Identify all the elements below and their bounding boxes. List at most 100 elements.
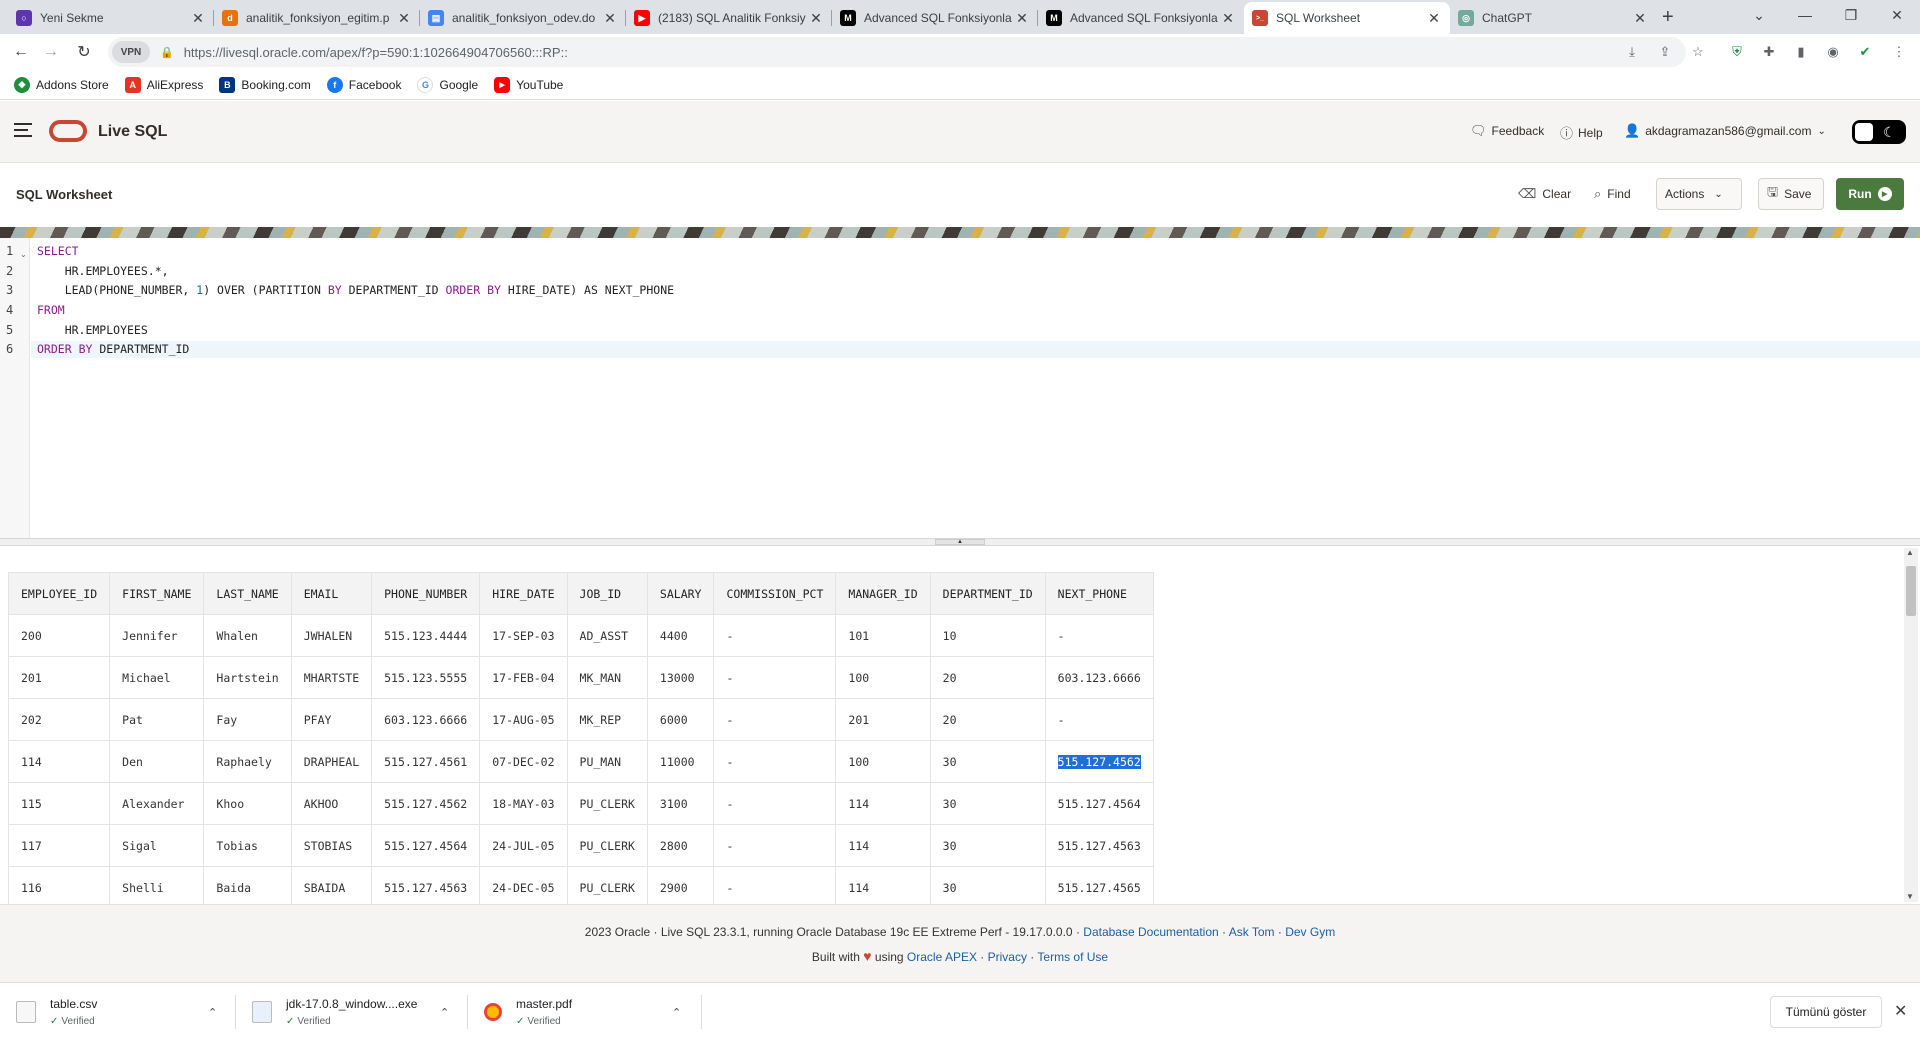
- bookmark-booking[interactable]: B Booking.com: [219, 76, 311, 93]
- table-cell[interactable]: 24-JUL-05: [479, 824, 568, 867]
- database-documentation-link[interactable]: Database Documentation: [1083, 925, 1218, 939]
- download-item[interactable]: master.pdf ✓ Verified ⌃: [468, 983, 702, 1041]
- tab-close-icon[interactable]: ✕: [1014, 10, 1030, 27]
- table-cell[interactable]: -: [713, 698, 837, 741]
- table-cell[interactable]: 515.127.4563: [371, 866, 481, 904]
- tab-yeni-sekme[interactable]: ○ Yeni Sekme ✕: [8, 2, 214, 34]
- column-header[interactable]: HIRE_DATE: [479, 572, 568, 615]
- shield-extension-icon[interactable]: ⛨: [1728, 43, 1746, 61]
- table-cell[interactable]: PU_CLERK: [566, 824, 648, 867]
- tab-analitik-odev[interactable]: ▤ analitik_fonksiyon_odev.do ✕: [420, 2, 626, 34]
- table-cell[interactable]: 07-DEC-02: [479, 740, 568, 783]
- tab-close-icon[interactable]: ✕: [396, 10, 412, 27]
- table-cell[interactable]: 30: [929, 824, 1046, 867]
- column-header[interactable]: FIRST_NAME: [109, 572, 205, 615]
- table-cell[interactable]: 114: [835, 782, 931, 825]
- table-cell[interactable]: 100: [835, 656, 931, 699]
- tab-close-icon[interactable]: ✕: [1632, 10, 1648, 27]
- table-cell[interactable]: PU_MAN: [566, 740, 648, 783]
- table-cell[interactable]: 10: [929, 614, 1046, 657]
- ask-tom-link[interactable]: Ask Tom: [1229, 925, 1275, 939]
- address-bar[interactable]: VPN 🔒 https://livesql.oracle.com/apex/f?…: [108, 37, 1686, 67]
- table-cell[interactable]: -: [713, 740, 837, 783]
- column-header[interactable]: JOB_ID: [566, 572, 648, 615]
- table-cell[interactable]: JWHALEN: [290, 614, 373, 657]
- table-cell[interactable]: SBAIDA: [290, 866, 373, 904]
- table-cell[interactable]: 515.127.4565: [1044, 866, 1154, 904]
- sql-editor[interactable]: 1 ⌄ 2 3 4 5 6 SELECT HR.EMPLOYEES.*, LEA…: [0, 238, 1920, 538]
- table-cell[interactable]: Michael: [109, 656, 205, 699]
- help-link[interactable]: ⓘ Help: [1560, 123, 1603, 142]
- user-menu[interactable]: 👤 akdagramazan586@gmail.com ⌄: [1624, 123, 1826, 139]
- scrollbar-thumb[interactable]: [1906, 566, 1916, 616]
- column-header[interactable]: EMPLOYEE_ID: [7, 572, 111, 615]
- table-cell[interactable]: Alexander: [109, 782, 205, 825]
- table-cell[interactable]: Pat: [109, 698, 205, 741]
- tab-search-icon[interactable]: ⌄: [1736, 0, 1782, 30]
- back-arrow-icon[interactable]: ←: [9, 40, 33, 64]
- bookmark-star-icon[interactable]: ☆: [1689, 43, 1707, 61]
- table-cell[interactable]: 117: [7, 824, 111, 867]
- feedback-link[interactable]: 🗨 Feedback: [1470, 123, 1544, 139]
- table-cell[interactable]: Jennifer: [109, 614, 205, 657]
- app-title[interactable]: Live SQL: [98, 123, 167, 141]
- table-cell[interactable]: PU_CLERK: [566, 866, 648, 904]
- tab-analitik-egitim[interactable]: d analitik_fonksiyon_egitim.p ✕: [214, 2, 420, 34]
- column-header[interactable]: COMMISSION_PCT: [713, 572, 837, 615]
- menu-kebab-icon[interactable]: ⋮: [1890, 43, 1908, 61]
- side-panel-icon[interactable]: ▮: [1792, 43, 1810, 61]
- table-cell[interactable]: 115: [7, 782, 111, 825]
- table-cell[interactable]: 2800: [646, 824, 715, 867]
- show-all-downloads-button[interactable]: Tümünü göster: [1770, 996, 1882, 1028]
- table-cell[interactable]: 100: [835, 740, 931, 783]
- table-cell[interactable]: 515.127.4564: [371, 824, 481, 867]
- table-cell[interactable]: 2900: [646, 866, 715, 904]
- profile-avatar-icon[interactable]: ◉: [1824, 43, 1842, 61]
- dev-gym-link[interactable]: Dev Gym: [1285, 925, 1335, 939]
- table-cell[interactable]: 4400: [646, 614, 715, 657]
- table-cell[interactable]: -: [713, 824, 837, 867]
- table-cell[interactable]: Khoo: [203, 782, 292, 825]
- table-cell[interactable]: -: [1044, 614, 1154, 657]
- column-header[interactable]: LAST_NAME: [203, 572, 292, 615]
- table-cell[interactable]: -: [713, 656, 837, 699]
- table-cell[interactable]: 603.123.6666: [371, 698, 481, 741]
- table-cell[interactable]: Raphaely: [203, 740, 292, 783]
- code-line-3[interactable]: LEAD(PHONE_NUMBER, 1) OVER (PARTITION BY…: [37, 283, 674, 297]
- tab-close-icon[interactable]: ✕: [1426, 10, 1442, 27]
- bookmark-addons-store[interactable]: ◆ Addons Store: [14, 76, 109, 93]
- url-text[interactable]: https://livesql.oracle.com/apex/f?p=590:…: [184, 45, 568, 60]
- oracle-apex-link[interactable]: Oracle APEX: [907, 950, 977, 964]
- table-cell[interactable]: -: [713, 866, 837, 904]
- tab-close-icon[interactable]: ✕: [190, 10, 206, 27]
- save-button[interactable]: 🖫 Save: [1758, 178, 1824, 210]
- table-cell[interactable]: PFAY: [290, 698, 373, 741]
- chevron-up-icon[interactable]: ⌃: [672, 1006, 681, 1019]
- forward-arrow-icon[interactable]: →: [39, 40, 63, 64]
- table-cell[interactable]: -: [713, 782, 837, 825]
- column-header[interactable]: PHONE_NUMBER: [371, 572, 481, 615]
- table-cell[interactable]: 30: [929, 740, 1046, 783]
- restore-icon[interactable]: ❐: [1828, 0, 1874, 30]
- table-cell[interactable]: 116: [7, 866, 111, 904]
- scroll-down-icon[interactable]: ▼: [1906, 892, 1914, 901]
- table-cell[interactable]: 200: [7, 614, 111, 657]
- table-cell[interactable]: 3100: [646, 782, 715, 825]
- column-header[interactable]: DEPARTMENT_ID: [929, 572, 1046, 615]
- reload-icon[interactable]: ↻: [72, 40, 96, 64]
- code-line-6[interactable]: ORDER BY DEPARTMENT_ID: [37, 342, 189, 356]
- lock-icon[interactable]: 🔒: [160, 46, 174, 59]
- table-cell[interactable]: 515.127.4563: [1044, 824, 1154, 867]
- code-line-4[interactable]: FROM: [37, 303, 65, 317]
- column-header[interactable]: NEXT_PHONE: [1044, 572, 1154, 615]
- table-cell[interactable]: PU_CLERK: [566, 782, 648, 825]
- fold-chevron-icon[interactable]: ⌄: [20, 250, 27, 259]
- download-item[interactable]: jdk-17.0.8_window....exe ✓ Verified ⌃: [236, 983, 468, 1041]
- table-cell[interactable]: MHARTSTE: [290, 656, 373, 699]
- table-cell[interactable]: 201: [835, 698, 931, 741]
- table-cell[interactable]: 18-MAY-03: [479, 782, 568, 825]
- table-cell[interactable]: Den: [109, 740, 205, 783]
- actions-menu-button[interactable]: Actions ⌄: [1656, 178, 1742, 210]
- code-line-2[interactable]: HR.EMPLOYEES.*,: [37, 264, 169, 278]
- table-cell[interactable]: Sigal: [109, 824, 205, 867]
